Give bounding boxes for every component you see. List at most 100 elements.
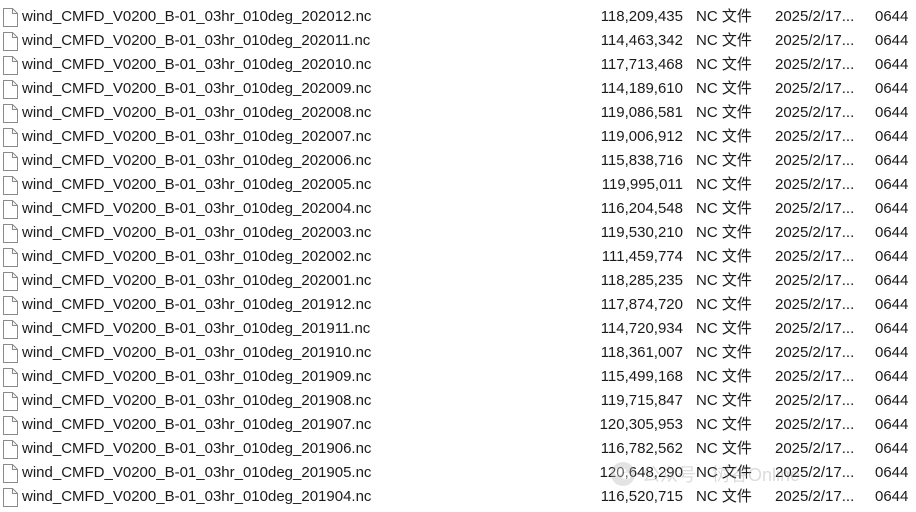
file-size: 118,209,435 — [600, 8, 683, 25]
file-size: 111,459,774 — [601, 248, 683, 265]
file-row[interactable]: wind_CMFD_V0200_B-01_03hr_010deg_202009.… — [0, 77, 916, 101]
file-name: wind_CMFD_V0200_B-01_03hr_010deg_201912.… — [22, 296, 372, 313]
file-icon — [2, 464, 18, 483]
file-row[interactable]: wind_CMFD_V0200_B-01_03hr_010deg_201912.… — [0, 293, 916, 317]
file-type: NC 文件 — [696, 440, 752, 457]
file-date: 2025/2/17... — [775, 296, 855, 313]
file-permissions: 0644 — [875, 8, 909, 25]
file-row[interactable]: wind_CMFD_V0200_B-01_03hr_010deg_202007.… — [0, 125, 916, 149]
file-name: wind_CMFD_V0200_B-01_03hr_010deg_202012.… — [22, 8, 372, 25]
file-date: 2025/2/17... — [775, 392, 855, 409]
file-type: NC 文件 — [696, 416, 752, 433]
file-row[interactable]: wind_CMFD_V0200_B-01_03hr_010deg_202010.… — [0, 53, 916, 77]
file-row[interactable]: wind_CMFD_V0200_B-01_03hr_010deg_202006.… — [0, 149, 916, 173]
file-type: NC 文件 — [696, 320, 752, 337]
file-row[interactable]: wind_CMFD_V0200_B-01_03hr_010deg_201904.… — [0, 485, 916, 509]
file-name: wind_CMFD_V0200_B-01_03hr_010deg_202009.… — [22, 80, 372, 97]
file-date: 2025/2/17... — [775, 56, 855, 73]
file-date: 2025/2/17... — [775, 440, 855, 457]
file-permissions: 0644 — [875, 488, 909, 505]
file-name: wind_CMFD_V0200_B-01_03hr_010deg_202011.… — [22, 32, 371, 49]
file-permissions: 0644 — [875, 104, 909, 121]
file-name: wind_CMFD_V0200_B-01_03hr_010deg_202002.… — [22, 248, 372, 265]
file-row[interactable]: wind_CMFD_V0200_B-01_03hr_010deg_201911.… — [0, 317, 916, 341]
file-icon — [2, 440, 18, 459]
file-row[interactable]: wind_CMFD_V0200_B-01_03hr_010deg_201907.… — [0, 413, 916, 437]
file-row[interactable]: wind_CMFD_V0200_B-01_03hr_010deg_201908.… — [0, 389, 916, 413]
file-size: 117,713,468 — [600, 56, 683, 73]
file-date: 2025/2/17... — [775, 176, 855, 193]
file-size: 118,361,007 — [600, 344, 683, 361]
file-permissions: 0644 — [875, 176, 909, 193]
file-icon — [2, 272, 18, 291]
file-name: wind_CMFD_V0200_B-01_03hr_010deg_202003.… — [22, 224, 372, 241]
file-row[interactable]: wind_CMFD_V0200_B-01_03hr_010deg_202003.… — [0, 221, 916, 245]
file-size: 119,530,210 — [600, 224, 683, 241]
file-name: wind_CMFD_V0200_B-01_03hr_010deg_202004.… — [22, 200, 372, 217]
file-type: NC 文件 — [696, 368, 752, 385]
file-size: 119,715,847 — [600, 392, 683, 409]
file-type: NC 文件 — [696, 248, 752, 265]
file-icon — [2, 344, 18, 363]
file-name: wind_CMFD_V0200_B-01_03hr_010deg_202001.… — [22, 272, 372, 289]
file-type: NC 文件 — [696, 296, 752, 313]
file-name: wind_CMFD_V0200_B-01_03hr_010deg_201908.… — [22, 392, 372, 409]
file-permissions: 0644 — [875, 80, 909, 97]
file-date: 2025/2/17... — [775, 128, 855, 145]
file-row[interactable]: wind_CMFD_V0200_B-01_03hr_010deg_202008.… — [0, 101, 916, 125]
file-permissions: 0644 — [875, 224, 909, 241]
file-type: NC 文件 — [696, 152, 752, 169]
file-type: NC 文件 — [696, 56, 752, 73]
file-size: 116,520,715 — [600, 488, 683, 505]
file-size: 119,006,912 — [600, 128, 683, 145]
file-icon — [2, 152, 18, 171]
file-permissions: 0644 — [875, 248, 909, 265]
file-row[interactable]: wind_CMFD_V0200_B-01_03hr_010deg_202012.… — [0, 5, 916, 29]
file-size: 114,463,342 — [600, 32, 683, 49]
file-permissions: 0644 — [875, 272, 909, 289]
file-permissions: 0644 — [875, 56, 909, 73]
file-date: 2025/2/17... — [775, 488, 855, 505]
file-name: wind_CMFD_V0200_B-01_03hr_010deg_201904.… — [22, 488, 372, 505]
file-row[interactable]: wind_CMFD_V0200_B-01_03hr_010deg_201909.… — [0, 365, 916, 389]
file-type: NC 文件 — [696, 200, 752, 217]
file-permissions: 0644 — [875, 464, 909, 481]
file-size: 119,086,581 — [600, 104, 683, 121]
file-date: 2025/2/17... — [775, 272, 855, 289]
file-icon — [2, 248, 18, 267]
file-name: wind_CMFD_V0200_B-01_03hr_010deg_201909.… — [22, 368, 372, 385]
file-name: wind_CMFD_V0200_B-01_03hr_010deg_202006.… — [22, 152, 372, 169]
file-type: NC 文件 — [696, 224, 752, 241]
file-row[interactable]: wind_CMFD_V0200_B-01_03hr_010deg_202011.… — [0, 29, 916, 53]
file-list: wind_CMFD_V0200_B-01_03hr_010deg_202012.… — [0, 5, 916, 509]
file-row[interactable]: wind_CMFD_V0200_B-01_03hr_010deg_202001.… — [0, 269, 916, 293]
file-type: NC 文件 — [696, 488, 752, 505]
file-icon — [2, 368, 18, 387]
file-date: 2025/2/17... — [775, 224, 855, 241]
file-permissions: 0644 — [875, 296, 909, 313]
file-row[interactable]: wind_CMFD_V0200_B-01_03hr_010deg_201906.… — [0, 437, 916, 461]
file-size: 116,204,548 — [600, 200, 683, 217]
file-name: wind_CMFD_V0200_B-01_03hr_010deg_201911.… — [22, 320, 371, 337]
file-row[interactable]: wind_CMFD_V0200_B-01_03hr_010deg_202004.… — [0, 197, 916, 221]
file-date: 2025/2/17... — [775, 8, 855, 25]
file-row[interactable]: wind_CMFD_V0200_B-01_03hr_010deg_202005.… — [0, 173, 916, 197]
file-name: wind_CMFD_V0200_B-01_03hr_010deg_201910.… — [22, 344, 372, 361]
file-icon — [2, 8, 18, 27]
file-size: 115,838,716 — [600, 152, 683, 169]
file-name: wind_CMFD_V0200_B-01_03hr_010deg_202005.… — [22, 176, 372, 193]
file-icon — [2, 416, 18, 435]
file-row[interactable]: wind_CMFD_V0200_B-01_03hr_010deg_201910.… — [0, 341, 916, 365]
file-permissions: 0644 — [875, 440, 909, 457]
file-type: NC 文件 — [696, 128, 752, 145]
file-date: 2025/2/17... — [775, 368, 855, 385]
file-size: 115,499,168 — [600, 368, 683, 385]
file-date: 2025/2/17... — [775, 320, 855, 337]
file-type: NC 文件 — [696, 104, 752, 121]
file-permissions: 0644 — [875, 200, 909, 217]
file-name: wind_CMFD_V0200_B-01_03hr_010deg_201907.… — [22, 416, 372, 433]
file-type: NC 文件 — [696, 272, 752, 289]
file-date: 2025/2/17... — [775, 344, 855, 361]
file-row[interactable]: wind_CMFD_V0200_B-01_03hr_010deg_201905.… — [0, 461, 916, 485]
file-row[interactable]: wind_CMFD_V0200_B-01_03hr_010deg_202002.… — [0, 245, 916, 269]
